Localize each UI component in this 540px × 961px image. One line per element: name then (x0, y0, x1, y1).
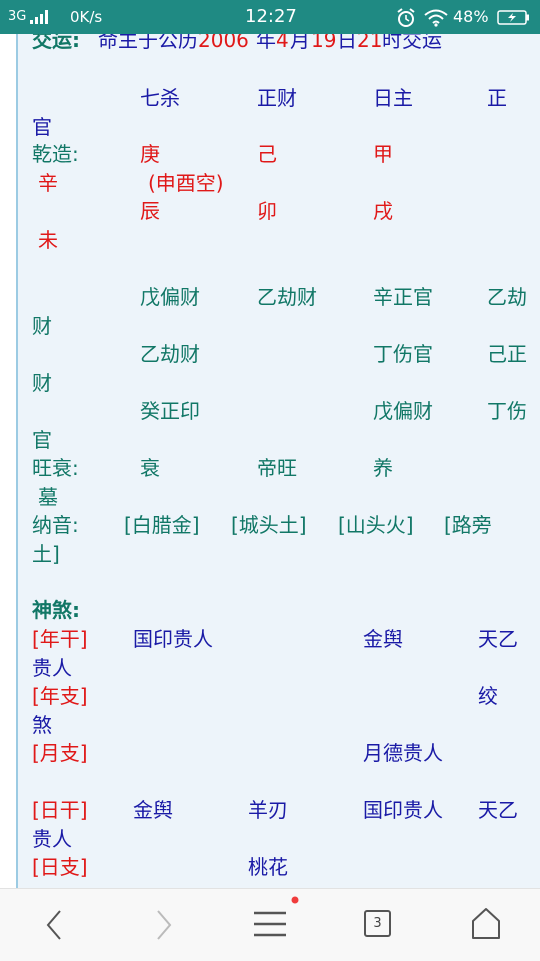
earthly-branch: 卯 (257, 199, 277, 223)
luck-label: 交运: (32, 34, 80, 52)
home-button[interactable] (452, 889, 520, 961)
forward-button[interactable] (128, 889, 196, 961)
shensha-value: 金舆 (133, 798, 173, 822)
shensha-value: 国印贵人 (363, 798, 443, 822)
shensha-value: 金舆 (363, 627, 403, 651)
hidden-stem-wrap: 财 (32, 371, 52, 395)
kongwang: (申酉空) (148, 171, 224, 195)
shensha-value: 羊刃 (248, 798, 288, 822)
heavenly-stem: 辛 (38, 171, 58, 195)
nayin-value: [路旁 (444, 513, 492, 537)
hidden-stem-wrap: 官 (32, 428, 52, 452)
shensha-value: 桃花 (248, 855, 288, 879)
chevron-left-icon (46, 910, 61, 940)
menu-button[interactable] (236, 889, 304, 961)
tab-count: 3 (373, 916, 382, 931)
ten-god: 正财 (257, 86, 297, 110)
shensha-row-label: [年干] (32, 627, 88, 651)
network-speed: 0K/s (70, 8, 103, 26)
shensha-row-label: [日干] (32, 798, 88, 822)
shensha-value-wrap: 煞 (32, 713, 52, 737)
shensha-value: 天乙 (478, 798, 518, 822)
hidden-stem: 乙劫 (487, 285, 527, 309)
browser-bottom-nav: 3 (0, 888, 540, 961)
luck-text-5: 时交运 (382, 34, 442, 52)
battery-icon (497, 10, 529, 25)
wangshuai-label: 旺衰: (32, 456, 79, 480)
hidden-stem: 乙劫财 (257, 285, 317, 309)
status-bar: 3G 0K/s 12:27 48% (0, 0, 540, 34)
wifi-icon (424, 9, 448, 27)
page-content[interactable]: 交运: 命主于公历 2006 年 4 月 19 日 21 时交运 七杀 正财 日… (0, 34, 540, 888)
shensha-row-label: [日支] (32, 855, 88, 879)
earthly-branch: 未 (38, 228, 58, 252)
heavenly-stem: 己 (257, 142, 277, 166)
shensha-title: 神煞: (32, 598, 80, 622)
luck-text-4: 日 (337, 34, 357, 52)
hidden-stem: 丁伤官 (373, 342, 433, 366)
hidden-stem: 辛正官 (373, 285, 433, 309)
shensha-value: 月德贵人 (363, 741, 443, 765)
battery-percent: 48% (453, 7, 489, 26)
shensha-row-label: [年支] (32, 684, 88, 708)
luck-day: 19 (311, 34, 337, 52)
luck-text-1: 命主于公历 (98, 34, 198, 52)
ten-god-wrap: 官 (32, 115, 52, 139)
shensha-value-wrap: 贵人 (32, 827, 72, 851)
notification-dot (291, 896, 299, 904)
menu-icon (254, 896, 299, 937)
home-icon (472, 908, 500, 939)
shensha-value-wrap: 贵人 (32, 656, 72, 680)
tabs-button[interactable]: 3 (344, 889, 412, 961)
shensha-row-label: [月支] (32, 741, 88, 765)
luck-month: 4 (276, 34, 289, 52)
heavenly-stem: 甲 (373, 142, 393, 166)
ten-god: 七杀 (140, 86, 180, 110)
nayin-label: 纳音: (32, 513, 79, 537)
earthly-branch: 戌 (373, 199, 393, 223)
luck-hour: 21 (357, 34, 383, 52)
nayin-value-wrap: 土] (32, 542, 60, 566)
hidden-stem: 丁伤 (487, 399, 527, 423)
hidden-stem: 己正 (487, 342, 527, 366)
wangshuai-value: 养 (373, 456, 393, 480)
wangshuai-value: 帝旺 (257, 456, 297, 480)
ten-god: 日主 (373, 86, 413, 110)
luck-text-2: 年 (256, 34, 276, 52)
nayin-value: [白腊金] (124, 513, 200, 537)
network-type: 3G (8, 9, 27, 24)
nayin-value: [山头火] (338, 513, 414, 537)
hidden-stem: 乙劫财 (140, 342, 200, 366)
earthly-branch: 辰 (140, 199, 160, 223)
signal-icon (30, 10, 48, 24)
qianzao-label: 乾造: (32, 142, 79, 166)
shensha-value: 绞 (478, 684, 498, 708)
wangshuai-value: 衰 (140, 456, 160, 480)
back-button[interactable] (20, 889, 88, 961)
luck-year: 2006 (198, 34, 249, 52)
hidden-stem-wrap: 财 (32, 314, 52, 338)
chevron-right-icon (157, 910, 172, 940)
shensha-value: 天乙 (478, 627, 518, 651)
shensha-value: 国印贵人 (133, 627, 213, 651)
ten-god: 正 (487, 86, 507, 110)
heavenly-stem: 庚 (140, 142, 160, 166)
hidden-stem: 戊偏财 (140, 285, 200, 309)
clock-time: 12:27 (245, 6, 297, 27)
luck-text-3: 月 (290, 34, 310, 52)
alarm-icon (397, 8, 415, 27)
hidden-stem: 戊偏财 (373, 399, 433, 423)
wangshuai-value: 墓 (38, 485, 58, 509)
nayin-value: [城头土] (231, 513, 307, 537)
hidden-stem: 癸正印 (140, 399, 200, 423)
